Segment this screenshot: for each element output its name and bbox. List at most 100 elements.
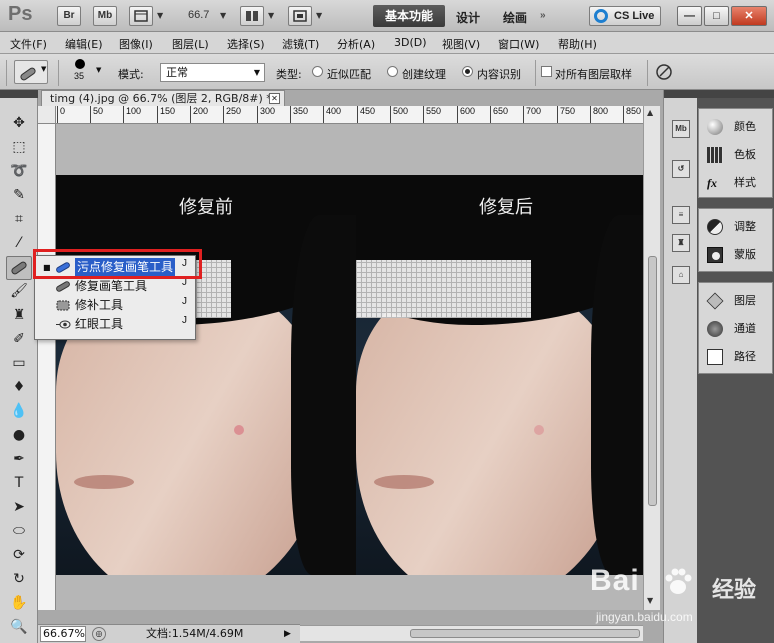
minibridge-button[interactable]: Mb [93, 6, 117, 26]
masks-icon [707, 247, 723, 263]
maximize-button[interactable]: □ [704, 6, 729, 26]
pen-tool-icon[interactable]: ✒ [9, 450, 29, 468]
spot-healing-tool-icon[interactable] [6, 256, 32, 280]
vertical-scroll-thumb[interactable] [648, 256, 657, 506]
arrange-documents-button[interactable] [240, 6, 264, 26]
mini-bridge-panel-icon[interactable]: Mb [672, 120, 690, 138]
menu-analysis[interactable]: 分析(A) [337, 36, 375, 52]
flyout-item-patch[interactable]: 修补工具 J [35, 296, 195, 315]
panel-adjustments-button[interactable]: 调整 [699, 214, 774, 240]
menu-filter[interactable]: 滤镜(T) [282, 36, 319, 52]
type-content-aware-label[interactable]: 内容识别 [477, 66, 521, 82]
menu-3d[interactable]: 3D(D) [394, 36, 427, 49]
cs-live-button[interactable]: CS Live [589, 6, 662, 26]
brush-panel-icon[interactable]: ≡ [672, 206, 690, 224]
3d-rotate-tool-icon[interactable]: ⟳ [9, 546, 29, 564]
panel-paths-button[interactable]: 路径 [699, 344, 774, 370]
type-tool-icon[interactable]: T [9, 474, 29, 492]
vertical-ruler[interactable] [38, 124, 56, 610]
3d-orbit-tool-icon[interactable]: ↻ [9, 570, 29, 588]
history-brush-tool-icon[interactable]: ✐ [9, 330, 29, 348]
status-zoom-field[interactable]: 66.67% [40, 626, 86, 642]
type-proximity-match-radio[interactable] [312, 66, 323, 77]
marquee-tool-icon[interactable]: ⬚ [9, 138, 29, 156]
path-selection-tool-icon[interactable]: ➤ [9, 498, 29, 516]
brush-preview-icon[interactable] [75, 59, 85, 69]
paint-bucket-tool-icon[interactable]: ♦ [9, 378, 29, 396]
arrange-caret-icon[interactable]: ▼ [268, 11, 274, 20]
zoom-caret-icon[interactable]: ▼ [220, 11, 226, 20]
bridge-button[interactable]: Br [57, 6, 81, 26]
menu-window[interactable]: 窗口(W) [498, 36, 539, 52]
hand-tool-icon[interactable]: ✋ [9, 594, 29, 612]
workspace-design-button[interactable]: 设计 [456, 9, 480, 26]
scroll-up-icon[interactable]: ▲ [647, 108, 653, 117]
close-button[interactable]: ✕ [731, 6, 767, 26]
screen-mode-caret-icon[interactable]: ▼ [316, 11, 322, 20]
crop-tool-icon[interactable]: ⌗ [9, 210, 29, 228]
type-create-texture-radio[interactable] [387, 66, 398, 77]
document-size-info: 文档:1.54M/4.69M [146, 627, 244, 640]
workspace-painting-button[interactable]: 绘画 [503, 9, 527, 26]
swatches-icon [707, 147, 723, 163]
type-content-aware-radio[interactable] [462, 66, 473, 77]
screen-mode-button[interactable] [288, 6, 312, 26]
clone-source-panel-icon[interactable]: ♜ [672, 234, 690, 252]
panel-channels-button[interactable]: 通道 [699, 316, 774, 342]
type-create-texture-label[interactable]: 创建纹理 [402, 66, 446, 82]
panel-masks-button[interactable]: 蒙版 [699, 242, 774, 268]
lasso-tool-icon[interactable]: ➰ [9, 162, 29, 180]
status-info-icon[interactable]: ◎ [92, 627, 106, 641]
pressure-size-icon[interactable] [654, 62, 674, 82]
brush-tool-icon[interactable]: 🖌 [9, 282, 29, 300]
menu-layer[interactable]: 图层(L) [172, 36, 209, 52]
panel-swatches-button[interactable]: 色板 [699, 142, 774, 168]
workspace-essentials-button[interactable]: 基本功能 [373, 5, 445, 27]
tools-panel-header[interactable] [0, 90, 38, 98]
move-tool-icon[interactable]: ✥ [9, 114, 29, 132]
tool-preset-picker[interactable]: ▼ [14, 60, 48, 84]
status-menu-arrow-icon[interactable]: ▶ [284, 625, 291, 643]
shape-tool-icon[interactable]: ⬭ [9, 522, 29, 540]
view-extras-button[interactable] [129, 6, 153, 26]
tool-presets-panel-icon[interactable]: ⌂ [672, 266, 690, 284]
close-icon[interactable]: ✕ [269, 93, 280, 104]
brush-picker-caret-icon[interactable]: ▼ [96, 66, 101, 74]
horizontal-ruler[interactable]: 0 50 100 150 200 250 300 350 400 450 500… [56, 106, 643, 124]
history-panel-icon[interactable]: ↺ [672, 160, 690, 178]
flyout-item-healing-brush[interactable]: 修复画笔工具 J [35, 277, 195, 296]
menu-image[interactable]: 图像(I) [119, 36, 153, 52]
more-workspaces-button[interactable]: » [540, 10, 546, 21]
zoom-tool-icon[interactable]: 🔍 [9, 618, 29, 636]
panel-layers-button[interactable]: 图层 [699, 288, 774, 314]
menu-help[interactable]: 帮助(H) [558, 36, 597, 52]
ruler-tick: 150 [156, 106, 176, 123]
quick-selection-tool-icon[interactable]: ✎ [9, 186, 29, 204]
document-tab[interactable]: timg (4).jpg @ 66.7% (图层 2, RGB/8#) * ✕ [41, 90, 285, 106]
ruler-tick: 50 [89, 106, 104, 123]
dock-header[interactable] [664, 90, 698, 98]
panel-column-header[interactable] [697, 90, 774, 98]
panel-color-button[interactable]: 颜色 [699, 114, 774, 140]
eyedropper-tool-icon[interactable]: ⁄ [9, 234, 29, 252]
minimize-button[interactable]: — [677, 6, 702, 26]
mode-select[interactable]: 正常 ▼ [160, 63, 265, 82]
blur-tool-icon[interactable]: 💧 [9, 402, 29, 420]
menu-edit[interactable]: 编辑(E) [65, 36, 103, 52]
view-extras-caret-icon[interactable]: ▼ [157, 11, 163, 20]
vertical-scrollbar[interactable]: ▲ ▼ [643, 106, 660, 610]
ruler-origin[interactable] [38, 106, 56, 124]
menu-file[interactable]: 文件(F) [10, 36, 47, 52]
dodge-tool-icon[interactable]: ● [9, 426, 29, 444]
zoom-level[interactable]: 66.7 [188, 9, 209, 21]
panel-styles-button[interactable]: fx 样式 [699, 170, 774, 196]
clone-stamp-tool-icon[interactable]: ♜ [9, 306, 29, 324]
menu-select[interactable]: 选择(S) [227, 36, 265, 52]
sample-all-layers-label[interactable]: 对所有图层取样 [555, 66, 632, 82]
before-photo: 修复前 [56, 175, 356, 575]
menu-view[interactable]: 视图(V) [442, 36, 480, 52]
type-proximity-match-label[interactable]: 近似匹配 [327, 66, 371, 82]
flyout-item-red-eye[interactable]: 红眼工具 J [35, 315, 195, 334]
eraser-tool-icon[interactable]: ▭ [9, 354, 29, 372]
sample-all-layers-checkbox[interactable] [541, 66, 552, 77]
